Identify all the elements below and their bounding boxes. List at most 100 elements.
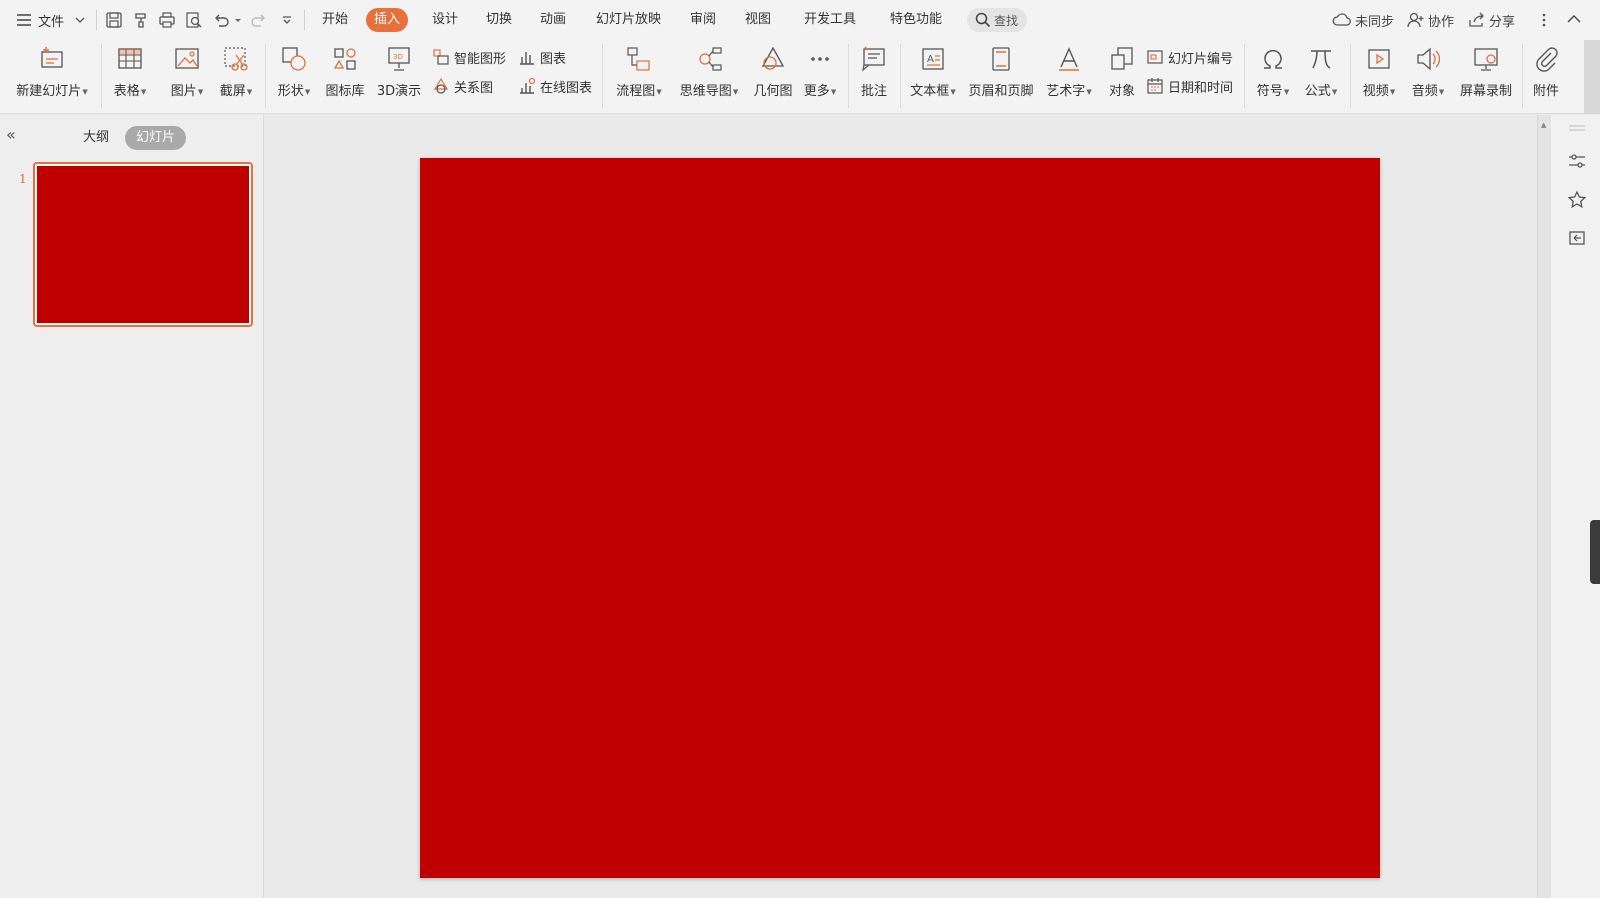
tab-design[interactable]: 设计 xyxy=(424,8,466,32)
redo-icon[interactable] xyxy=(250,11,268,29)
textbox-icon: A xyxy=(922,48,944,70)
format-painter-icon[interactable] xyxy=(132,11,150,29)
tab-start[interactable]: 开始 xyxy=(314,8,356,32)
tab-developer[interactable]: 开发工具 xyxy=(796,8,864,32)
settings-sliders-icon[interactable] xyxy=(1567,151,1587,171)
svg-text:3D: 3D xyxy=(393,53,403,61)
video-button[interactable]: 视频▼ xyxy=(1358,45,1400,107)
online-chart-label: 在线图表 xyxy=(540,80,593,96)
undo-dropdown-icon[interactable] xyxy=(233,11,243,29)
tab-animation[interactable]: 动画 xyxy=(532,8,574,32)
vertical-scrollbar[interactable]: ▲ xyxy=(1537,115,1551,898)
share-icon xyxy=(1469,12,1484,27)
scissors-icon xyxy=(224,47,248,71)
chart-button[interactable]: 图表 xyxy=(518,46,566,68)
star-icon[interactable] xyxy=(1567,190,1587,210)
slides-panel: « 大纲 幻灯片 1 xyxy=(0,115,264,898)
relation-diagram-button[interactable]: 关系图 xyxy=(432,75,493,97)
online-chart-button[interactable]: 在线图表 xyxy=(518,75,592,97)
chart-label: 图表 xyxy=(540,51,567,67)
header-footer-button[interactable]: 页眉和页脚 xyxy=(966,45,1036,107)
ribbon-scroll-edge xyxy=(1584,40,1600,114)
icon-library-label: 图标库 xyxy=(325,84,365,99)
slide-thumbnail[interactable] xyxy=(33,162,253,327)
symbol-button[interactable]: 符号▼ xyxy=(1252,45,1294,107)
speaker-icon xyxy=(1417,47,1441,71)
divider xyxy=(1522,44,1523,108)
comment-button[interactable]: 批注 xyxy=(856,45,892,107)
formula-button[interactable]: 公式▼ xyxy=(1300,45,1342,107)
slide-number-button[interactable]: 幻灯片编号 xyxy=(1146,46,1233,68)
collapse-panel-icon[interactable]: « xyxy=(6,125,16,144)
more-options-icon[interactable] xyxy=(1540,12,1548,28)
textbox-button[interactable]: A 文本框▼ xyxy=(908,45,958,107)
more-button[interactable]: 更多▼ xyxy=(800,45,840,107)
wordart-label: 艺术字 xyxy=(1046,84,1086,99)
customize-toolbar-icon[interactable] xyxy=(278,11,296,29)
slide-number: 1 xyxy=(19,172,27,186)
slide-editing-area xyxy=(265,115,1537,898)
object-button[interactable]: 对象 xyxy=(1104,45,1140,107)
symbol-label: 符号 xyxy=(1256,84,1283,99)
slide-transition-icon[interactable] xyxy=(1567,229,1587,249)
mindmap-label: 思维导图 xyxy=(679,84,732,99)
tab-slides[interactable]: 幻灯片 xyxy=(125,126,187,150)
search-box[interactable]: 查找 xyxy=(967,8,1027,32)
collapse-ribbon-icon[interactable] xyxy=(1566,12,1582,26)
smart-art-button[interactable]: 智能图形 xyxy=(432,46,506,68)
slide-number-icon xyxy=(1147,50,1163,64)
icon-library-button[interactable]: 图标库 xyxy=(322,45,368,107)
share-button[interactable]: 分享 xyxy=(1468,0,1515,40)
mindmap-button[interactable]: 思维导图▼ xyxy=(674,45,744,107)
scroll-up-arrow[interactable]: ▲ xyxy=(1541,121,1546,129)
slide-canvas[interactable] xyxy=(420,158,1380,878)
insert-picture-button[interactable]: 图片▼ xyxy=(166,45,208,107)
calendar-icon xyxy=(1147,78,1163,94)
video-label: 视频 xyxy=(1362,84,1389,99)
tab-features[interactable]: 特色功能 xyxy=(882,8,950,32)
tab-view[interactable]: 视图 xyxy=(737,8,779,32)
geometry-button[interactable]: 几何图 xyxy=(750,45,796,107)
sync-status-button[interactable]: 未同步 xyxy=(1332,0,1394,40)
insert-shape-button[interactable]: 形状▼ xyxy=(272,45,316,107)
tab-insert[interactable]: 插入 xyxy=(366,8,409,32)
screen-record-icon xyxy=(1474,48,1498,71)
datetime-button[interactable]: 日期和时间 xyxy=(1146,75,1233,97)
formula-label: 公式 xyxy=(1304,84,1331,99)
attachment-button[interactable]: 附件 xyxy=(1528,45,1564,107)
pane-grip-icon xyxy=(1569,125,1585,131)
audio-button[interactable]: 音频▼ xyxy=(1406,45,1450,107)
3d-demo-button[interactable]: 3D 3D演示 xyxy=(374,45,424,107)
print-preview-icon[interactable] xyxy=(185,11,203,29)
tab-slideshow[interactable]: 幻灯片放映 xyxy=(588,8,669,32)
screen-record-button[interactable]: 屏幕录制 xyxy=(1456,45,1516,107)
header-footer-label: 页眉和页脚 xyxy=(968,84,1034,99)
print-icon[interactable] xyxy=(158,11,176,29)
comment-label: 批注 xyxy=(860,84,887,99)
save-icon[interactable] xyxy=(105,11,123,29)
table-label: 表格 xyxy=(113,84,140,99)
insert-table-button[interactable]: 表格▼ xyxy=(108,45,152,107)
tab-transition[interactable]: 切换 xyxy=(478,8,520,32)
smart-art-label: 智能图形 xyxy=(454,51,507,67)
svg-text:A: A xyxy=(927,54,934,65)
textbox-label: 文本框 xyxy=(910,84,950,99)
collaborate-button[interactable]: 协作 xyxy=(1407,0,1454,40)
undo-icon[interactable] xyxy=(212,11,230,29)
divider xyxy=(1244,44,1245,108)
shape-icon xyxy=(282,47,306,71)
flowchart-button[interactable]: 流程图▼ xyxy=(612,45,666,107)
wordart-button[interactable]: 艺术字▼ xyxy=(1044,45,1094,107)
paperclip-icon xyxy=(1536,47,1558,72)
search-label: 查找 xyxy=(994,13,1019,28)
tab-review[interactable]: 审阅 xyxy=(682,8,724,32)
tab-outline[interactable]: 大纲 xyxy=(72,126,120,150)
side-panel-handle[interactable] xyxy=(1590,520,1600,584)
new-slide-label: 新建幻灯片 xyxy=(16,84,82,99)
new-slide-button[interactable]: 新建幻灯片▼ xyxy=(12,45,92,107)
shape-label: 形状 xyxy=(277,84,304,99)
file-menu[interactable]: 文件 xyxy=(16,0,86,40)
pi-icon xyxy=(1311,50,1331,69)
screenshot-button[interactable]: 截屏▼ xyxy=(214,45,258,107)
divider xyxy=(900,44,901,108)
